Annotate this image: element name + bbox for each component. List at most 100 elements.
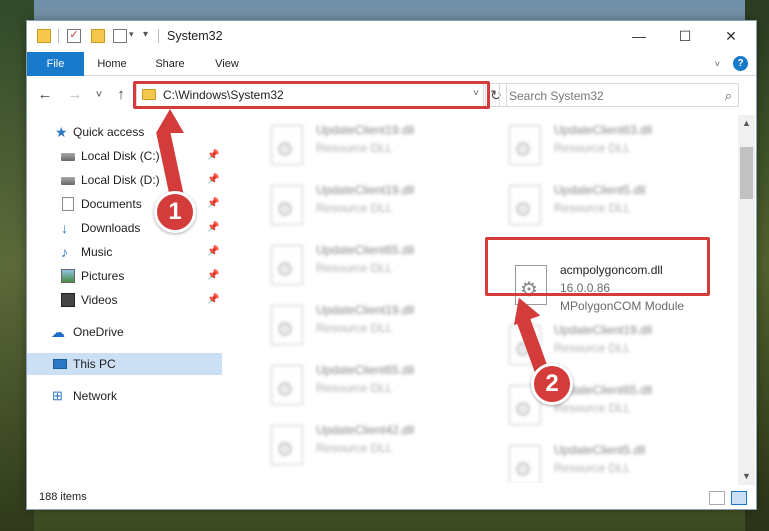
file-type: Resource DLL <box>316 381 393 395</box>
pin-icon[interactable]: 📌 <box>207 169 219 191</box>
pin-icon[interactable]: 📌 <box>207 265 219 287</box>
maximize-button[interactable]: ☐ <box>662 21 708 51</box>
scroll-up-icon[interactable]: ▲ <box>738 115 755 132</box>
pin-icon[interactable]: 📌 <box>207 217 219 239</box>
file-type: Resource DLL <box>316 321 393 335</box>
sidebar-item-label: Local Disk (C:) <box>81 149 160 163</box>
folder-icon <box>37 29 51 43</box>
help-icon[interactable]: ? <box>733 56 748 71</box>
pin-icon[interactable]: 📌 <box>207 241 219 263</box>
pin-icon[interactable]: 📌 <box>207 289 219 311</box>
navigation-pane: ★ Quick access Local Disk (C:) 📌 Local D… <box>27 115 222 477</box>
forward-button[interactable]: → <box>65 84 85 106</box>
up-button[interactable]: ↑ <box>111 84 131 106</box>
pictures-icon <box>61 269 75 283</box>
sidebar-item-local-disk-c[interactable]: Local Disk (C:) 📌 <box>27 145 222 167</box>
list-item[interactable]: UpdateClient5.dll Resource DLL <box>503 179 733 235</box>
pin-icon[interactable]: 📌 <box>207 193 219 215</box>
sidebar-item-network[interactable]: ⊞ Network <box>27 385 222 407</box>
sidebar-item-onedrive[interactable]: ☁ OneDrive <box>27 321 222 343</box>
file-name: UpdateClient19.dll <box>316 303 415 317</box>
sidebar-item-label: Videos <box>81 293 118 307</box>
recent-locations-button[interactable]: ˅ <box>89 84 109 106</box>
item-count: 188 items <box>39 491 87 503</box>
list-item[interactable]: UpdateClient65.dll Resource DLL <box>265 359 495 415</box>
search-input[interactable]: Search System32 ⌕ <box>499 83 739 107</box>
file-type: Resource DLL <box>554 341 631 355</box>
sidebar-item-local-disk-d[interactable]: Local Disk (D:) 📌 <box>27 169 222 191</box>
tab-home[interactable]: Home <box>89 52 135 76</box>
file-type: Resource DLL <box>316 141 393 155</box>
sidebar-item-label: OneDrive <box>73 325 124 339</box>
scroll-down-icon[interactable]: ▼ <box>738 468 755 485</box>
large-icons-view-icon[interactable] <box>731 491 747 505</box>
vertical-scrollbar[interactable]: ▲ ▼ <box>738 115 755 485</box>
list-item[interactable]: UpdateClient19.dll Resource DLL <box>265 179 495 235</box>
scroll-thumb[interactable] <box>740 147 753 199</box>
back-button[interactable]: ← <box>35 84 55 106</box>
documents-icon <box>62 197 74 211</box>
network-icon: ⊞ <box>52 388 63 403</box>
dll-file-icon <box>509 125 541 165</box>
file-list: UpdateClient19.dll Resource DLL UpdateCl… <box>245 115 738 483</box>
file-type: Resource DLL <box>554 201 631 215</box>
sidebar-item-videos[interactable]: Videos 📌 <box>27 289 222 311</box>
file-name: UpdateClient65.dll <box>316 243 415 257</box>
list-item[interactable]: UpdateClient65.dll Resource DLL <box>265 239 495 295</box>
sidebar-item-label: Local Disk (D:) <box>81 173 160 187</box>
list-item[interactable]: UpdateClient63.dll Resource DLL <box>503 119 733 175</box>
sidebar-item-label: Music <box>81 245 113 259</box>
dropdown-icon[interactable]: ▾ <box>143 29 157 43</box>
customize-toolbar-icon[interactable] <box>113 29 127 43</box>
file-highlight-box <box>485 237 710 296</box>
sidebar-item-this-pc[interactable]: This PC <box>27 353 222 375</box>
file-name: UpdateClient42.dll <box>316 423 415 437</box>
download-icon: ↓ <box>61 220 68 236</box>
sidebar-item-label: Documents <box>81 197 142 211</box>
sidebar-item-music[interactable]: ♪ Music 📌 <box>27 241 222 263</box>
sidebar-item-label: This PC <box>73 357 116 371</box>
title-bar: ✓ ▾ ▾ System32 — ☐ ✕ <box>27 21 756 51</box>
close-button[interactable]: ✕ <box>708 21 754 51</box>
file-name: UpdateClient63.dll <box>554 123 653 137</box>
details-view-icon[interactable] <box>709 491 725 505</box>
dll-file-icon <box>509 445 541 483</box>
expand-ribbon-icon[interactable]: ˅ <box>715 59 720 69</box>
tab-share[interactable]: Share <box>145 52 195 76</box>
divider <box>58 29 59 43</box>
tab-file[interactable]: File <box>27 52 84 76</box>
list-item[interactable]: UpdateClient19.dll Resource DLL <box>265 299 495 355</box>
sidebar-item-label: Pictures <box>81 269 125 283</box>
pin-icon[interactable]: 📌 <box>207 145 219 167</box>
chevron-down-icon[interactable]: ▾ <box>129 29 143 43</box>
properties-checkmark-icon[interactable]: ✓ <box>67 29 81 43</box>
list-item[interactable]: UpdateClient5.dll Resource DLL <box>503 439 733 483</box>
new-folder-icon[interactable] <box>91 29 105 43</box>
dll-file-icon <box>271 425 303 465</box>
status-bar: 188 items <box>27 487 756 509</box>
ribbon-tabs: File Home Share View ˅ ? <box>27 52 756 76</box>
file-name: UpdateClient65.dll <box>316 363 415 377</box>
file-type: Resource DLL <box>554 401 631 415</box>
sidebar-item-pictures[interactable]: Pictures 📌 <box>27 265 222 287</box>
divider <box>158 29 159 43</box>
file-type: Resource DLL <box>554 461 631 475</box>
file-name: UpdateClient5.dll <box>554 183 646 197</box>
onedrive-icon: ☁ <box>51 324 65 340</box>
dll-file-icon <box>271 305 303 345</box>
minimize-button[interactable]: — <box>616 21 662 51</box>
address-highlight-box <box>133 81 490 109</box>
list-item[interactable]: UpdateClient19.dll Resource DLL <box>265 119 495 175</box>
sidebar-item-label: Quick access <box>73 125 145 139</box>
sidebar-item-label: Downloads <box>81 221 141 235</box>
list-item[interactable]: UpdateClient42.dll Resource DLL <box>265 419 495 475</box>
videos-icon <box>61 293 75 307</box>
tab-view[interactable]: View <box>205 52 249 76</box>
search-placeholder: Search System32 <box>509 89 604 103</box>
sidebar-item-quick-access[interactable]: ★ Quick access <box>27 121 222 143</box>
search-icon[interactable]: ⌕ <box>725 88 732 104</box>
sidebar-item-label: Network <box>73 389 118 403</box>
file-name: UpdateClient19.dll <box>316 123 415 137</box>
file-name: UpdateClient19.dll <box>554 323 653 337</box>
navigation-bar: ← → ˅ ↑ C:\Windows\System32 ˅ ↻ Search S… <box>27 79 756 111</box>
